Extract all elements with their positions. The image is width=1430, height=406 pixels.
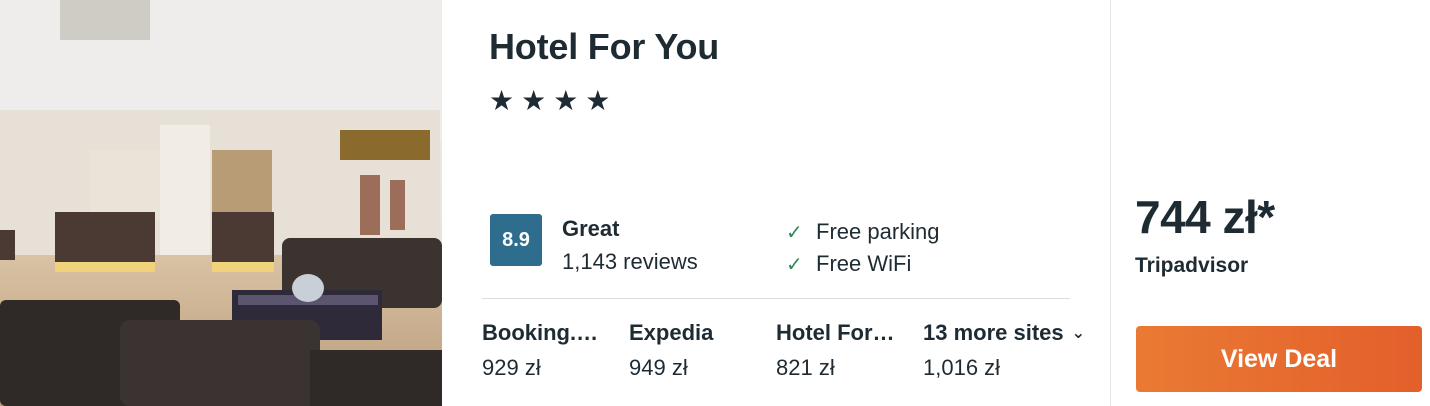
site-price: 821 zł <box>776 355 835 380</box>
site-price: 949 zł <box>629 355 688 380</box>
price-site-option[interactable]: Expedia 949 zł <box>629 320 759 381</box>
review-count[interactable]: 1,143 reviews <box>562 249 698 275</box>
amenity-label: Free parking <box>816 219 940 244</box>
amenity-item: ✓ Free parking <box>786 219 940 245</box>
price-site-option[interactable]: Hotel For… 821 zł <box>776 320 907 381</box>
more-sites-text: 13 more sites <box>923 320 1064 345</box>
check-icon: ✓ <box>786 253 803 276</box>
check-icon: ✓ <box>786 221 803 244</box>
amenity-item: ✓ Free WiFi <box>786 251 911 277</box>
amenity-label: Free WiFi <box>816 251 912 276</box>
section-divider <box>482 298 1070 299</box>
site-name: Expedia <box>629 320 714 345</box>
more-sites-dropdown[interactable]: 13 more sites ⌄ 1,016 zł <box>923 320 1108 381</box>
site-name: Hotel For… <box>776 320 895 345</box>
price-site-option[interactable]: Booking.… 929 zł <box>482 320 610 381</box>
rating-label: Great <box>562 216 620 241</box>
star-rating: ★★★★ <box>489 85 618 116</box>
more-sites-label: 13 more sites ⌄ <box>923 320 1108 346</box>
site-price: 929 zł <box>482 355 541 380</box>
column-divider <box>1110 0 1111 406</box>
view-deal-button[interactable]: View Deal <box>1136 326 1422 392</box>
hotel-lobby-image <box>0 0 442 406</box>
hotel-result-card: Hotel For You ★★★★ 8.9 Great 1,143 revie… <box>0 0 1430 406</box>
site-price: 1,016 zł <box>923 355 1001 380</box>
deal-provider: Tripadvisor <box>1135 254 1249 277</box>
hotel-photo[interactable] <box>0 0 442 406</box>
hotel-name[interactable]: Hotel For You <box>489 26 719 68</box>
site-name: Booking.… <box>482 320 599 345</box>
chevron-down-icon: ⌄ <box>1071 325 1086 342</box>
rating-badge: 8.9 <box>490 214 542 266</box>
deal-price: 744 zł* <box>1135 191 1275 243</box>
